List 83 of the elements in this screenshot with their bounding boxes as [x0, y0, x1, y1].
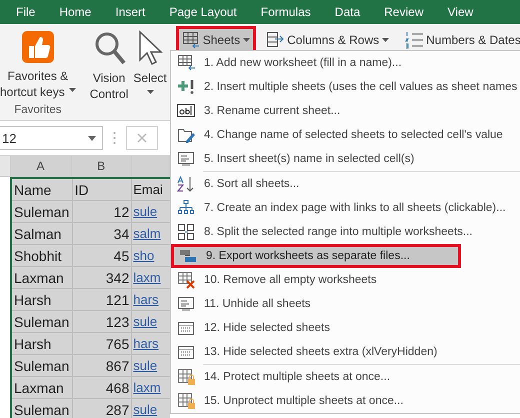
cancel-button[interactable] — [126, 126, 158, 150]
hidden-sheet-icon — [177, 319, 195, 337]
table-cell: 342 — [72, 267, 132, 289]
add-sheet-icon — [177, 54, 195, 72]
thumbs-up-icon — [20, 30, 55, 64]
hierarchy-icon — [177, 199, 195, 217]
menu-item[interactable]: 6. Sort all sheets... — [171, 172, 520, 196]
menu-item[interactable]: 8. Split the selected range into multiple worksheets... — [171, 220, 520, 244]
menu-item[interactable]: 11. Unhide all sheets — [171, 292, 520, 316]
table-cell: Harsh — [12, 289, 73, 311]
folder-pencil-icon — [177, 126, 195, 144]
table-cell: Salman — [12, 223, 73, 245]
column-header[interactable]: B — [72, 156, 132, 176]
menu-item[interactable]: 2. Insert multiple sheets (uses the cell values as sheet names — [171, 75, 520, 99]
menu-item[interactable]: 4. Change name of selected sheets to selected cell's value — [171, 123, 520, 147]
menu-item[interactable]: 9. Export worksheets as separate files... — [171, 244, 461, 268]
export-icon — [179, 247, 197, 265]
plus-exclamation-icon — [177, 78, 195, 96]
table-cell: Suleman — [12, 311, 73, 333]
caret-icon — [146, 90, 154, 94]
ribbon-tab[interactable]: Insert — [103, 0, 158, 24]
ribbon-tab[interactable]: Home — [47, 0, 104, 24]
ribbon-tab[interactable]: File — [4, 0, 48, 24]
grip-dots-icon — [113, 131, 116, 145]
sheet-list-icon — [177, 295, 195, 313]
table-cell: 12 — [72, 201, 132, 223]
table-cell: Suleman — [12, 201, 73, 223]
menu-item[interactable]: 3. Rename current sheet... — [171, 99, 520, 123]
table-cell: 765 — [72, 333, 132, 355]
table-cell: 121 — [72, 289, 132, 311]
table-cell: ID — [72, 179, 132, 201]
table-cell: 123 — [72, 311, 132, 333]
toolbar-button[interactable]: Columns & Rows — [260, 26, 396, 54]
favorites-button[interactable]: Favorites & hortcut keys — [0, 24, 79, 104]
name-box[interactable]: 12 — [0, 126, 103, 150]
sheet-list-icon — [177, 150, 195, 168]
table-cell: 867 — [72, 355, 132, 377]
ribbon-tab[interactable]: View — [436, 0, 486, 24]
table-cell: Laxman — [12, 267, 73, 289]
lock-grid-icon — [177, 368, 195, 386]
table-cell: Shobhit — [12, 245, 73, 267]
menu-item[interactable]: 15. Unprotect multiple sheets at once... — [171, 389, 520, 413]
menu-item[interactable]: 13. Hide selected sheets extra (xlVeryHidden) — [171, 340, 520, 364]
table-cell: Name — [12, 179, 73, 201]
table-cell: 287 — [72, 399, 132, 418]
pointer-icon — [137, 30, 164, 66]
table-cell: 45 — [72, 245, 132, 267]
close-icon — [137, 133, 147, 143]
table-cell: 468 — [72, 377, 132, 399]
caret-icon — [68, 88, 76, 92]
menu-item[interactable]: 5. Insert sheet(s) name in selected cell(s) — [171, 147, 520, 171]
menu-item[interactable]: 12. Hide selected sheets — [171, 316, 520, 340]
ribbon-tab[interactable]: Data — [322, 0, 372, 24]
table-cell: Suleman — [12, 399, 73, 418]
ribbon-tab[interactable]: Review — [372, 0, 436, 24]
menu-item[interactable]: 7. Create an index page with links to all sheets (clickable)... — [171, 196, 520, 220]
table-cell: 34 — [72, 223, 132, 245]
table-cell: Suleman — [12, 355, 73, 377]
ribbon-tab[interactable]: Page Layout — [157, 0, 249, 24]
caret-icon — [382, 38, 390, 42]
select-button[interactable]: Select — [131, 24, 170, 120]
dropdown-caret-icon — [88, 136, 96, 140]
toolbar-button[interactable]: Numbers & Dates — [399, 26, 520, 54]
numbered-list-icon — [405, 31, 424, 49]
text-field-icon — [177, 102, 195, 120]
group-label: Favorites — [13, 104, 62, 118]
menu-item[interactable]: 1. Add new worksheet (fill in a name)... — [171, 51, 520, 75]
table-cell: Laxman — [12, 377, 73, 399]
lock-grid-icon — [177, 392, 195, 410]
caret-icon — [243, 38, 250, 42]
delete-grid-icon — [177, 271, 195, 289]
menu-item[interactable]: 10. Remove all empty worksheets — [171, 268, 520, 292]
hidden-sheet-icon — [177, 343, 195, 361]
ribbon-tab[interactable]: Formulas — [248, 0, 323, 24]
columns-icon — [266, 31, 284, 49]
column-header[interactable] — [132, 156, 170, 176]
split-grid-icon — [177, 223, 195, 241]
vision-control-button[interactable]: Vision Control — [86, 24, 132, 120]
table-cell: Harsh — [12, 333, 73, 355]
sort-icon — [177, 175, 195, 193]
menu-item[interactable]: 14. Protect multiple sheets at once... — [171, 365, 520, 389]
column-header[interactable]: A — [10, 156, 72, 176]
sheet-grid-icon — [182, 31, 200, 49]
